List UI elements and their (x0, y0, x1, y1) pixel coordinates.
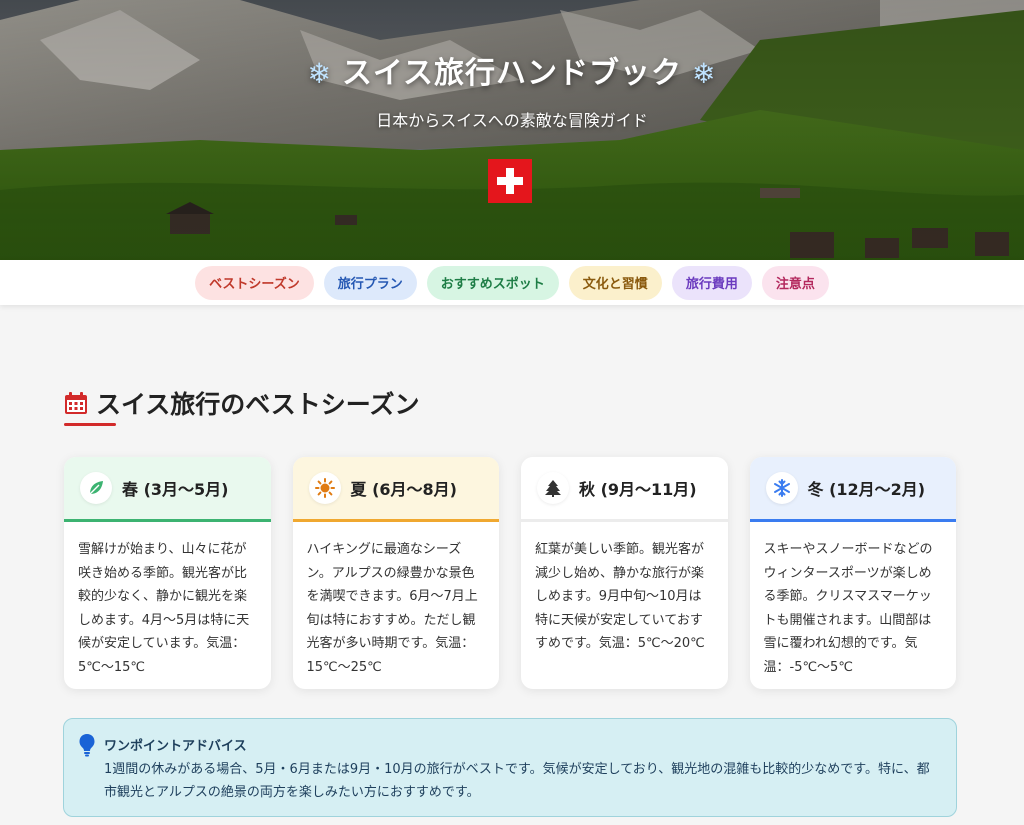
page-subtitle: 日本からスイスへの素敵な冒険ガイド (376, 111, 648, 130)
season-description: ハイキングに最適なシーズン。アルプスの緑豊かな景色を満喫できます。6月〜7月上旬… (306, 542, 478, 675)
section-header: スイス旅行のベストシーズン (64, 385, 420, 421)
season-description: 紅葉が美しい季節。観光客が減少し始め、静かな旅行が楽しめます。9月中旬〜10月は… (535, 542, 705, 651)
nav-cautions[interactable]: 注意点 (761, 265, 829, 300)
sun-icon (308, 472, 341, 504)
snowflake-icon: ❄ (307, 57, 332, 90)
season-card-winter: 冬 (12月〜2月) スキーやスノーボードなどのウィンタースポーツが楽しめる季節… (749, 457, 956, 689)
card-header: 春 (3月〜5月) (64, 457, 271, 522)
season-name: 春 (3月〜5月) (122, 480, 229, 499)
season-name: 秋 (9月〜11月) (579, 480, 697, 499)
snowflake-icon: ❄ (692, 57, 717, 90)
lightbulb-icon (79, 734, 95, 757)
season-description: スキーやスノーボードなどのウィンタースポーツが楽しめる季節。クリスマスマーケット… (763, 542, 933, 675)
section-nav: ベストシーズン 旅行プラン おすすめスポット 文化と習慣 旅行費用 注意点 (0, 260, 1024, 305)
calendar-icon (65, 392, 87, 414)
nav-travel-plan[interactable]: 旅行プラン (323, 265, 417, 300)
section-title: スイス旅行のベストシーズン (96, 390, 420, 419)
tree-icon (537, 472, 569, 504)
season-card-summer: 夏 (6月〜8月) ハイキングに最適なシーズン。アルプスの緑豊かな景色を満喫でき… (292, 457, 499, 689)
season-name: 夏 (6月〜8月) (350, 480, 457, 499)
nav-best-season[interactable]: ベストシーズン (195, 265, 314, 300)
leaf-icon (80, 472, 112, 504)
card-header: 秋 (9月〜11月) (521, 457, 728, 522)
snowflake-icon (765, 472, 798, 504)
nav-culture-customs[interactable]: 文化と習慣 (568, 265, 662, 300)
nav-recommended-spots[interactable]: おすすめスポット (426, 265, 559, 300)
hero-title-row: ❄ スイス旅行ハンドブック ❄ (0, 48, 1024, 92)
section-title-underline (64, 423, 116, 426)
nav-travel-cost[interactable]: 旅行費用 (671, 265, 752, 300)
season-description: 雪解けが始まり、山々に花が咲き始める季節。観光客が比較的少なく、静かに観光を楽し… (78, 542, 250, 675)
page-title: スイス旅行ハンドブック (341, 56, 683, 91)
card-header: 夏 (6月〜8月) (292, 457, 499, 522)
advice-text: 1週間の休みがある場合、5月・6月または9月・10月の旅行がベストです。気候が安… (104, 762, 930, 800)
card-header: 冬 (12月〜2月) (749, 457, 956, 522)
advice-title: ワンポイントアドバイス (104, 739, 247, 754)
hero-banner: ❄ スイス旅行ハンドブック ❄ 日本からスイスへの素敵な冒険ガイド (0, 0, 1024, 260)
season-card-spring: 春 (3月〜5月) 雪解けが始まり、山々に花が咲き始める季節。観光客が比較的少な… (64, 457, 271, 689)
season-name: 冬 (12月〜2月) (807, 480, 926, 499)
season-cards: 春 (3月〜5月) 雪解けが始まり、山々に花が咲き始める季節。観光客が比較的少な… (64, 457, 956, 689)
swiss-flag-icon (488, 159, 532, 203)
season-card-autumn: 秋 (9月〜11月) 紅葉が美しい季節。観光客が減少し始め、静かな旅行が楽しめま… (521, 457, 728, 689)
advice-box: ワンポイントアドバイス 1週間の休みがある場合、5月・6月または9月・10月の旅… (63, 718, 957, 817)
